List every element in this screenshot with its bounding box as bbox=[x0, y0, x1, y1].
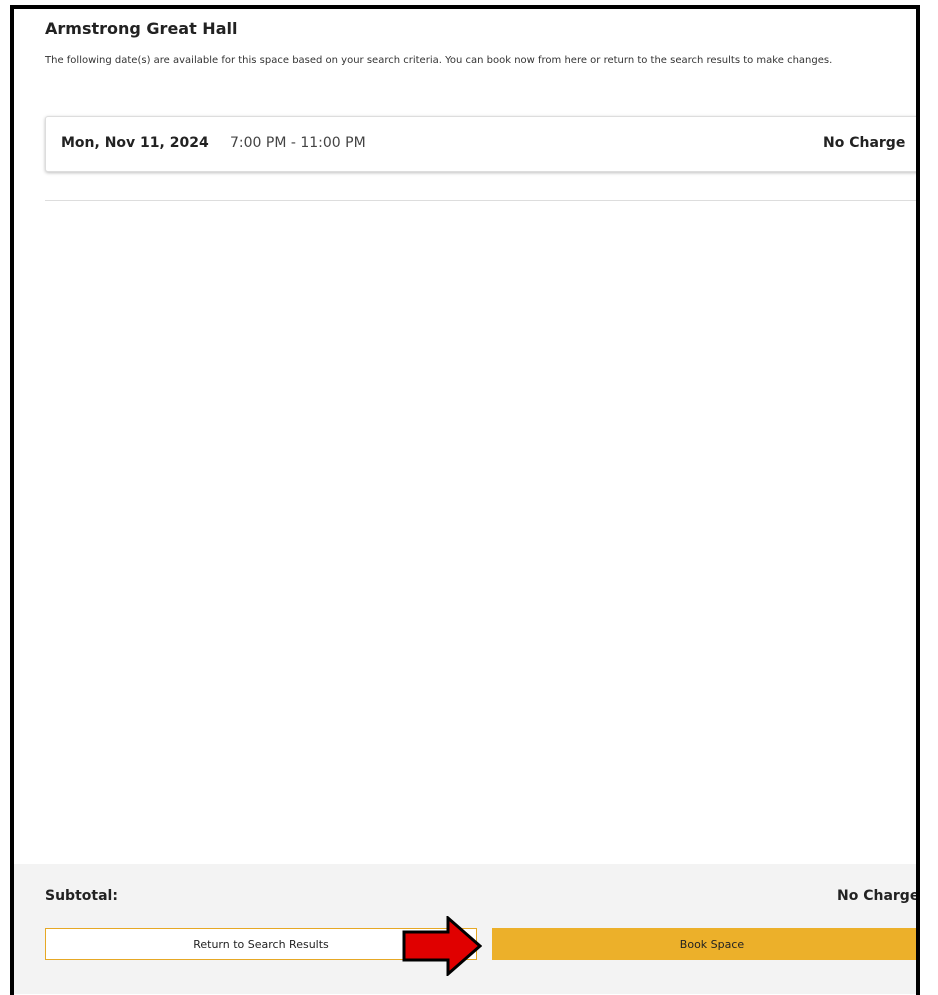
booking-date: Mon, Nov 11, 2024 bbox=[61, 135, 209, 151]
space-title: Armstrong Great Hall bbox=[45, 19, 238, 38]
divider bbox=[45, 200, 916, 201]
date-card: Mon, Nov 11, 2024 7:00 PM - 11:00 PM No … bbox=[45, 116, 916, 172]
book-space-button[interactable]: Book Space bbox=[492, 928, 916, 960]
booking-time: 7:00 PM - 11:00 PM bbox=[230, 135, 366, 151]
availability-description: The following date(s) are available for … bbox=[45, 55, 833, 66]
red-arrow-right-icon bbox=[402, 916, 482, 976]
booking-panel: Armstrong Great Hall The following date(… bbox=[10, 5, 920, 995]
subtotal-value: No Charge bbox=[837, 888, 920, 904]
booking-charge: No Charge bbox=[823, 135, 906, 151]
subtotal-label: Subtotal: bbox=[45, 888, 118, 904]
